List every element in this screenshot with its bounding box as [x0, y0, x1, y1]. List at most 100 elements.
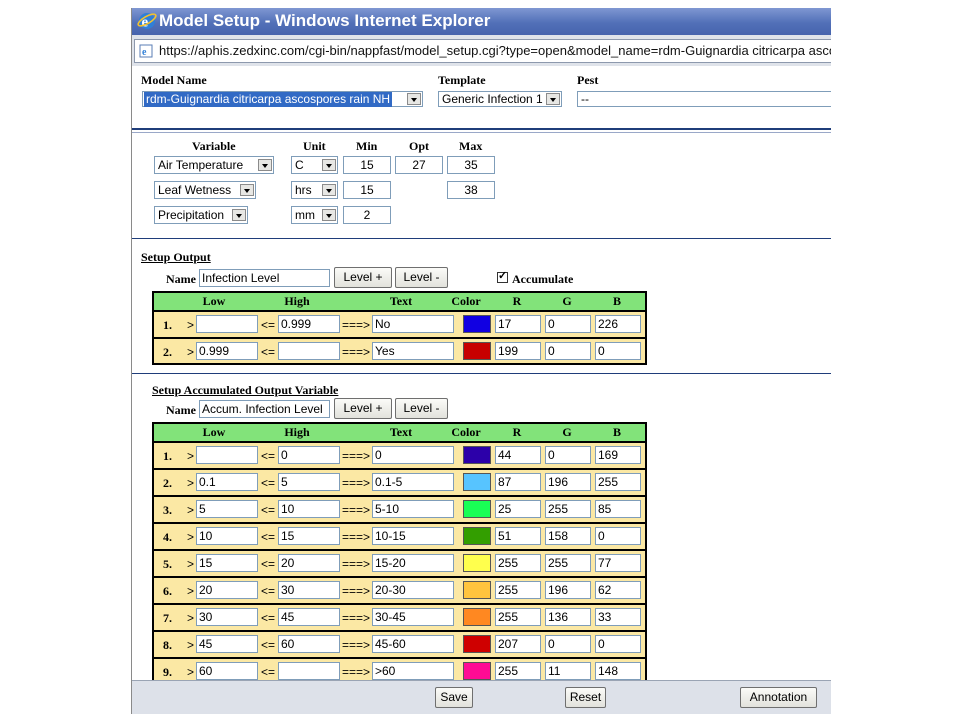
text-input[interactable]: >60 — [372, 662, 454, 680]
template-select[interactable]: Generic Infection 1 — [438, 91, 562, 107]
b-input[interactable]: 0 — [595, 342, 641, 360]
text-input[interactable]: No — [372, 315, 454, 333]
color-swatch[interactable] — [463, 315, 491, 333]
unit-select[interactable]: mm — [291, 206, 338, 224]
chevron-down-icon[interactable] — [322, 209, 336, 221]
r-input[interactable]: 25 — [495, 500, 541, 518]
g-input[interactable]: 255 — [545, 500, 591, 518]
high-input[interactable]: 60 — [278, 635, 340, 653]
r-input[interactable]: 255 — [495, 554, 541, 572]
r-input[interactable]: 255 — [495, 662, 541, 680]
url-field[interactable]: e https://aphis.zedxinc.com/cgi-bin/napp… — [134, 39, 831, 63]
save-button[interactable]: Save — [435, 687, 473, 708]
accum-level-plus-button[interactable]: Level + — [334, 398, 392, 419]
color-swatch[interactable] — [463, 608, 491, 626]
model-name-select[interactable]: rdm-Guignardia citricarpa ascospores rai… — [142, 91, 423, 107]
g-input[interactable]: 0 — [545, 446, 591, 464]
chevron-down-icon[interactable] — [232, 209, 246, 221]
chevron-down-icon[interactable] — [407, 93, 421, 105]
g-input[interactable]: 196 — [545, 473, 591, 491]
b-input[interactable]: 85 — [595, 500, 641, 518]
low-input[interactable] — [196, 315, 258, 333]
low-input[interactable]: 5 — [196, 500, 258, 518]
b-input[interactable]: 255 — [595, 473, 641, 491]
max-input[interactable]: 38 — [447, 181, 495, 199]
chevron-down-icon[interactable] — [322, 184, 336, 196]
min-input[interactable]: 15 — [343, 181, 391, 199]
high-input[interactable]: 0.999 — [278, 315, 340, 333]
g-input[interactable]: 255 — [545, 554, 591, 572]
b-input[interactable]: 62 — [595, 581, 641, 599]
chevron-down-icon[interactable] — [546, 93, 560, 105]
low-input[interactable]: 0.1 — [196, 473, 258, 491]
r-input[interactable]: 207 — [495, 635, 541, 653]
r-input[interactable]: 44 — [495, 446, 541, 464]
reset-button[interactable]: Reset — [565, 687, 606, 708]
high-input[interactable]: 0 — [278, 446, 340, 464]
variable-select[interactable]: Leaf Wetness — [154, 181, 256, 199]
b-input[interactable]: 0 — [595, 527, 641, 545]
low-input[interactable]: 15 — [196, 554, 258, 572]
low-input[interactable]: 45 — [196, 635, 258, 653]
low-input[interactable]: 0.999 — [196, 342, 258, 360]
text-input[interactable]: 5-10 — [372, 500, 454, 518]
b-input[interactable]: 77 — [595, 554, 641, 572]
text-input[interactable]: 10-15 — [372, 527, 454, 545]
accum-name-input[interactable]: Accum. Infection Level — [199, 400, 330, 418]
text-input[interactable]: 15-20 — [372, 554, 454, 572]
r-input[interactable]: 17 — [495, 315, 541, 333]
low-input[interactable]: 10 — [196, 527, 258, 545]
b-input[interactable]: 148 — [595, 662, 641, 680]
r-input[interactable]: 255 — [495, 581, 541, 599]
address-bar[interactable]: e https://aphis.zedxinc.com/cgi-bin/napp… — [132, 35, 831, 67]
color-swatch[interactable] — [463, 635, 491, 653]
g-input[interactable]: 0 — [545, 635, 591, 653]
variable-select[interactable]: Air Temperature — [154, 156, 274, 174]
annotation-button[interactable]: Annotation — [740, 687, 817, 708]
color-swatch[interactable] — [463, 342, 491, 360]
b-input[interactable]: 226 — [595, 315, 641, 333]
r-input[interactable]: 51 — [495, 527, 541, 545]
chevron-down-icon[interactable] — [322, 159, 336, 171]
g-input[interactable]: 196 — [545, 581, 591, 599]
output-name-input[interactable]: Infection Level — [199, 269, 330, 287]
text-input[interactable]: 0.1-5 — [372, 473, 454, 491]
color-swatch[interactable] — [463, 554, 491, 572]
text-input[interactable]: 45-60 — [372, 635, 454, 653]
pest-select[interactable]: -- — [577, 91, 831, 107]
r-input[interactable]: 87 — [495, 473, 541, 491]
b-input[interactable]: 33 — [595, 608, 641, 626]
color-swatch[interactable] — [463, 473, 491, 491]
unit-select[interactable]: C — [291, 156, 338, 174]
high-input[interactable]: 15 — [278, 527, 340, 545]
high-input[interactable] — [278, 342, 340, 360]
accumulate-checkbox[interactable] — [497, 269, 508, 283]
r-input[interactable]: 199 — [495, 342, 541, 360]
output-level-plus-button[interactable]: Level + — [334, 267, 392, 288]
unit-select[interactable]: hrs — [291, 181, 338, 199]
text-input[interactable]: 0 — [372, 446, 454, 464]
color-swatch[interactable] — [463, 581, 491, 599]
min-input[interactable]: 15 — [343, 156, 391, 174]
g-input[interactable]: 158 — [545, 527, 591, 545]
low-input[interactable]: 30 — [196, 608, 258, 626]
g-input[interactable]: 136 — [545, 608, 591, 626]
g-input[interactable]: 11 — [545, 662, 591, 680]
low-input[interactable] — [196, 446, 258, 464]
variable-select[interactable]: Precipitation — [154, 206, 248, 224]
color-swatch[interactable] — [463, 500, 491, 518]
high-input[interactable]: 45 — [278, 608, 340, 626]
color-swatch[interactable] — [463, 446, 491, 464]
r-input[interactable]: 255 — [495, 608, 541, 626]
low-input[interactable]: 60 — [196, 662, 258, 680]
opt-input[interactable]: 27 — [395, 156, 443, 174]
high-input[interactable]: 5 — [278, 473, 340, 491]
text-input[interactable]: Yes — [372, 342, 454, 360]
accum-level-minus-button[interactable]: Level - — [395, 398, 448, 419]
high-input[interactable] — [278, 662, 340, 680]
text-input[interactable]: 30-45 — [372, 608, 454, 626]
min-input[interactable]: 2 — [343, 206, 391, 224]
high-input[interactable]: 30 — [278, 581, 340, 599]
max-input[interactable]: 35 — [447, 156, 495, 174]
color-swatch[interactable] — [463, 527, 491, 545]
